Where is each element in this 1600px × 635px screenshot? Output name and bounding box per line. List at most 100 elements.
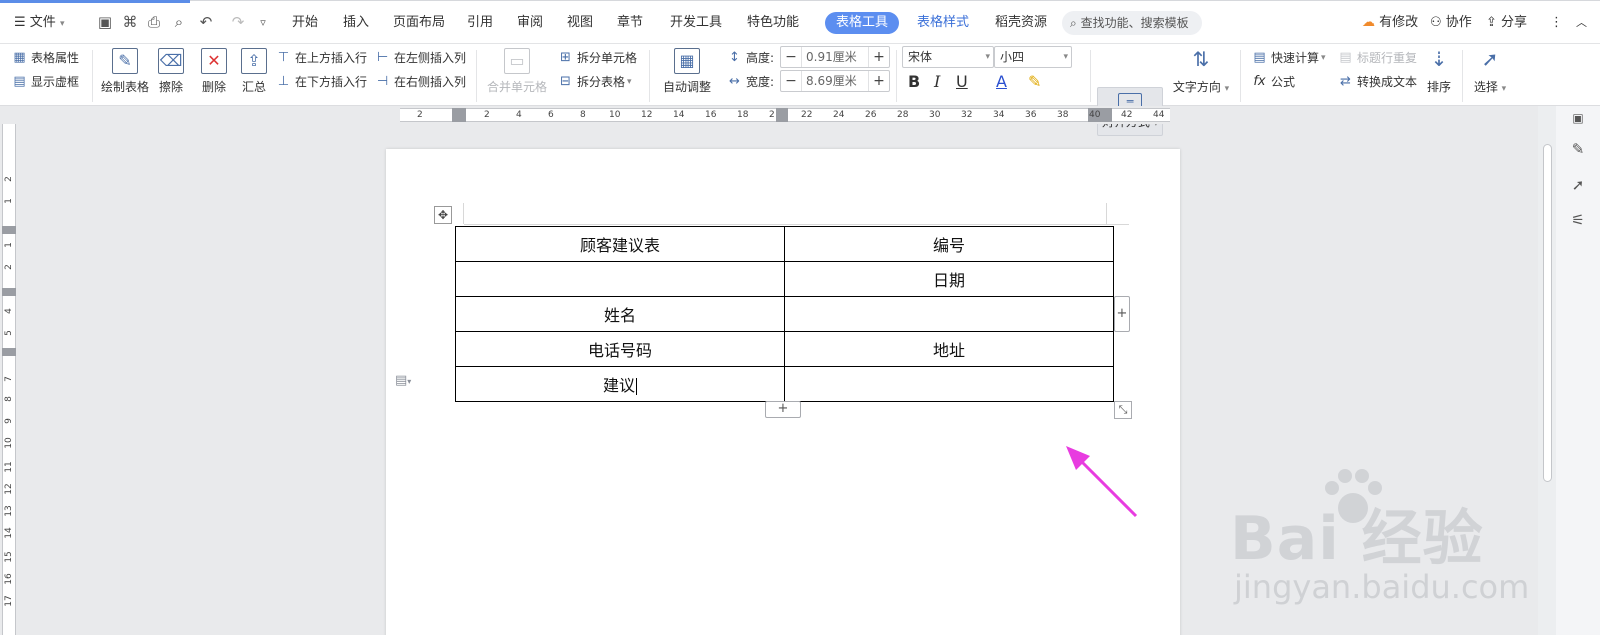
table-row: 建议 (455, 366, 1114, 402)
font-color-button[interactable]: A (996, 72, 1007, 91)
add-column-button[interactable]: + (1114, 296, 1130, 332)
cursor-icon: ➚ (1481, 47, 1499, 71)
redo-icon[interactable]: ↷ (228, 12, 248, 32)
font-name-select[interactable]: 宋体 ▾ (902, 46, 994, 68)
ruler-tick: 38 (1057, 110, 1069, 120)
collapse-ribbon-icon[interactable]: ︿ (1576, 13, 1587, 33)
show-gridlines-button[interactable]: ▤ 显示虚框 (12, 72, 79, 92)
format-painter-icon[interactable]: ⌘ (120, 12, 140, 32)
draw-table-button[interactable]: ✎ 绘制表格 (99, 48, 151, 104)
formula-button[interactable]: fx 公式 (1252, 72, 1295, 92)
customer-suggestion-table[interactable]: 顾客建议表 编号 日期 姓名 电话号码 地址 建议 (455, 226, 1114, 402)
decrease-width-button[interactable]: − (781, 73, 801, 89)
table-row: 姓名 (455, 296, 1114, 332)
width-stepper[interactable]: − 8.69厘米 + (780, 70, 890, 92)
undo-icon[interactable]: ↶ (196, 12, 216, 32)
scrollbar-thumb[interactable] (1543, 144, 1552, 482)
repeat-title-icon: ▤ (1339, 50, 1352, 65)
tab-special[interactable]: 特色功能 (747, 13, 799, 33)
text-direction-button[interactable]: ⇅ 文字方向 ▾ (1171, 48, 1231, 104)
table-cell[interactable] (784, 296, 1114, 332)
height-stepper[interactable]: − 0.91厘米 + (780, 46, 890, 68)
table-cell[interactable] (784, 366, 1114, 402)
tab-insert[interactable]: 插入 (343, 13, 369, 33)
ribbon-separator (1462, 50, 1463, 102)
tab-view[interactable]: 视图 (567, 13, 593, 33)
table-cell[interactable]: 顾客建议表 (455, 226, 785, 262)
search-input[interactable]: ⌕ 查找功能、搜索模板 (1062, 11, 1202, 35)
table-cell[interactable] (455, 261, 785, 297)
save-icon[interactable]: ▣ (95, 12, 115, 32)
more-icon[interactable]: ⋮ (1550, 13, 1563, 33)
height-value[interactable]: 0.91厘米 (801, 47, 869, 67)
insert-row-above-button[interactable]: ⊤ 在上方插入行 (276, 48, 367, 68)
underline-button[interactable]: U (956, 72, 968, 91)
cursor-icon[interactable]: ➚ (1568, 175, 1588, 195)
erase-button[interactable]: ⌫ 擦除 (155, 48, 187, 104)
tab-table-style[interactable]: 表格样式 (917, 13, 969, 33)
quick-calc-button[interactable]: ▤ 快速计算 ▾ (1252, 48, 1325, 68)
repeat-title-row-button[interactable]: ▤ 标题行重复 (1338, 48, 1417, 68)
tab-page-layout[interactable]: 页面布局 (393, 13, 445, 33)
width-value[interactable]: 8.69厘米 (801, 71, 869, 91)
tab-review[interactable]: 审阅 (517, 13, 543, 33)
italic-button[interactable]: I (934, 72, 940, 91)
highlight-button[interactable]: ✎ (1028, 72, 1041, 91)
share-button[interactable]: ⇪ 分享 (1486, 13, 1527, 33)
split-cells-button[interactable]: ⊞ 拆分单元格 (558, 48, 637, 68)
pen-icon[interactable]: ✎ (1568, 139, 1588, 159)
ruler-tick: 10 (4, 437, 14, 449)
summary-button[interactable]: ⇪ 汇总 (239, 48, 269, 104)
print-icon[interactable]: ⎙ (144, 12, 164, 32)
paw-logo-icon (1325, 469, 1382, 523)
convert-to-text-button[interactable]: ⇄ 转换成文本 (1338, 72, 1417, 92)
settings-sliders-icon[interactable]: ⚟ (1568, 210, 1588, 230)
auto-adjust-button[interactable]: ▦ 自动调整 (656, 48, 718, 104)
table-cell[interactable]: 电话号码 (455, 331, 785, 367)
tab-references[interactable]: 引用 (467, 13, 493, 33)
paragraph-options-icon[interactable]: ▤▾ (395, 373, 411, 388)
chevron-down-icon: ▾ (59, 19, 65, 29)
insert-col-left-button[interactable]: ⊢ 在左侧插入列 (375, 48, 466, 68)
ruler-tick: 2 (417, 110, 423, 120)
vertical-ruler[interactable]: 2 1 1 2 4 5 7 8 9 10 11 12 13 14 15 16 1… (0, 124, 18, 635)
split-cells-icon: ⊞ (560, 50, 571, 65)
select-button[interactable]: ➚ 选择 ▾ (1470, 48, 1510, 104)
tab-table-tools[interactable]: 表格工具 (825, 12, 899, 34)
file-menu[interactable]: ☰ 文件 ▾ (14, 13, 64, 33)
split-table-button[interactable]: ⊟ 拆分表格 ▾ (558, 72, 632, 92)
table-cell-active[interactable]: 建议 (455, 366, 785, 402)
increase-width-button[interactable]: + (869, 73, 889, 89)
table-resize-handle[interactable]: ⤡ (1114, 401, 1132, 419)
tab-daoke-resources[interactable]: 稻壳资源 (995, 13, 1047, 33)
delete-button[interactable]: ✕ 删除 (196, 48, 232, 104)
quick-access-more-icon[interactable]: ▿ (253, 12, 273, 32)
horizontal-ruler[interactable]: 2 2 4 6 8 10 12 14 16 18 2 22 24 26 28 3… (0, 106, 1538, 124)
add-row-button[interactable]: + (765, 401, 801, 418)
insert-col-right-button[interactable]: ⊣ 在右侧插入列 (375, 72, 466, 92)
font-size-select[interactable]: 小四 ▾ (994, 46, 1072, 68)
bold-button[interactable]: B (908, 72, 920, 91)
merge-cells-button[interactable]: ▭ 合并单元格 (485, 48, 549, 104)
panel-toggle-icon[interactable]: ▣ (1568, 108, 1588, 128)
decrease-height-button[interactable]: − (781, 49, 801, 65)
ribbon-separator (896, 50, 897, 102)
table-cell[interactable]: 编号 (784, 226, 1114, 262)
ruler-tick: 24 (833, 110, 845, 120)
has-changes-button[interactable]: ☁ 有修改 (1362, 13, 1418, 33)
ruler-tick: 5 (4, 330, 14, 336)
print-preview-icon[interactable]: ⌕ (169, 12, 189, 32)
table-move-handle[interactable]: ✥ (434, 206, 452, 224)
sort-button[interactable]: ⇣ 排序 (1424, 48, 1454, 104)
tab-chapter[interactable]: 章节 (617, 13, 643, 33)
table-properties-button[interactable]: ▦ 表格属性 (12, 48, 79, 68)
search-icon: ⌕ (1070, 16, 1077, 30)
increase-height-button[interactable]: + (869, 49, 889, 65)
collaborate-button[interactable]: ⚇ 协作 (1430, 13, 1472, 33)
table-cell[interactable]: 地址 (784, 331, 1114, 367)
insert-row-below-button[interactable]: ⊥ 在下方插入行 (276, 72, 367, 92)
tab-home[interactable]: 开始 (292, 13, 318, 33)
table-cell[interactable]: 日期 (784, 261, 1114, 297)
table-cell[interactable]: 姓名 (455, 296, 785, 332)
tab-developer[interactable]: 开发工具 (670, 13, 722, 33)
